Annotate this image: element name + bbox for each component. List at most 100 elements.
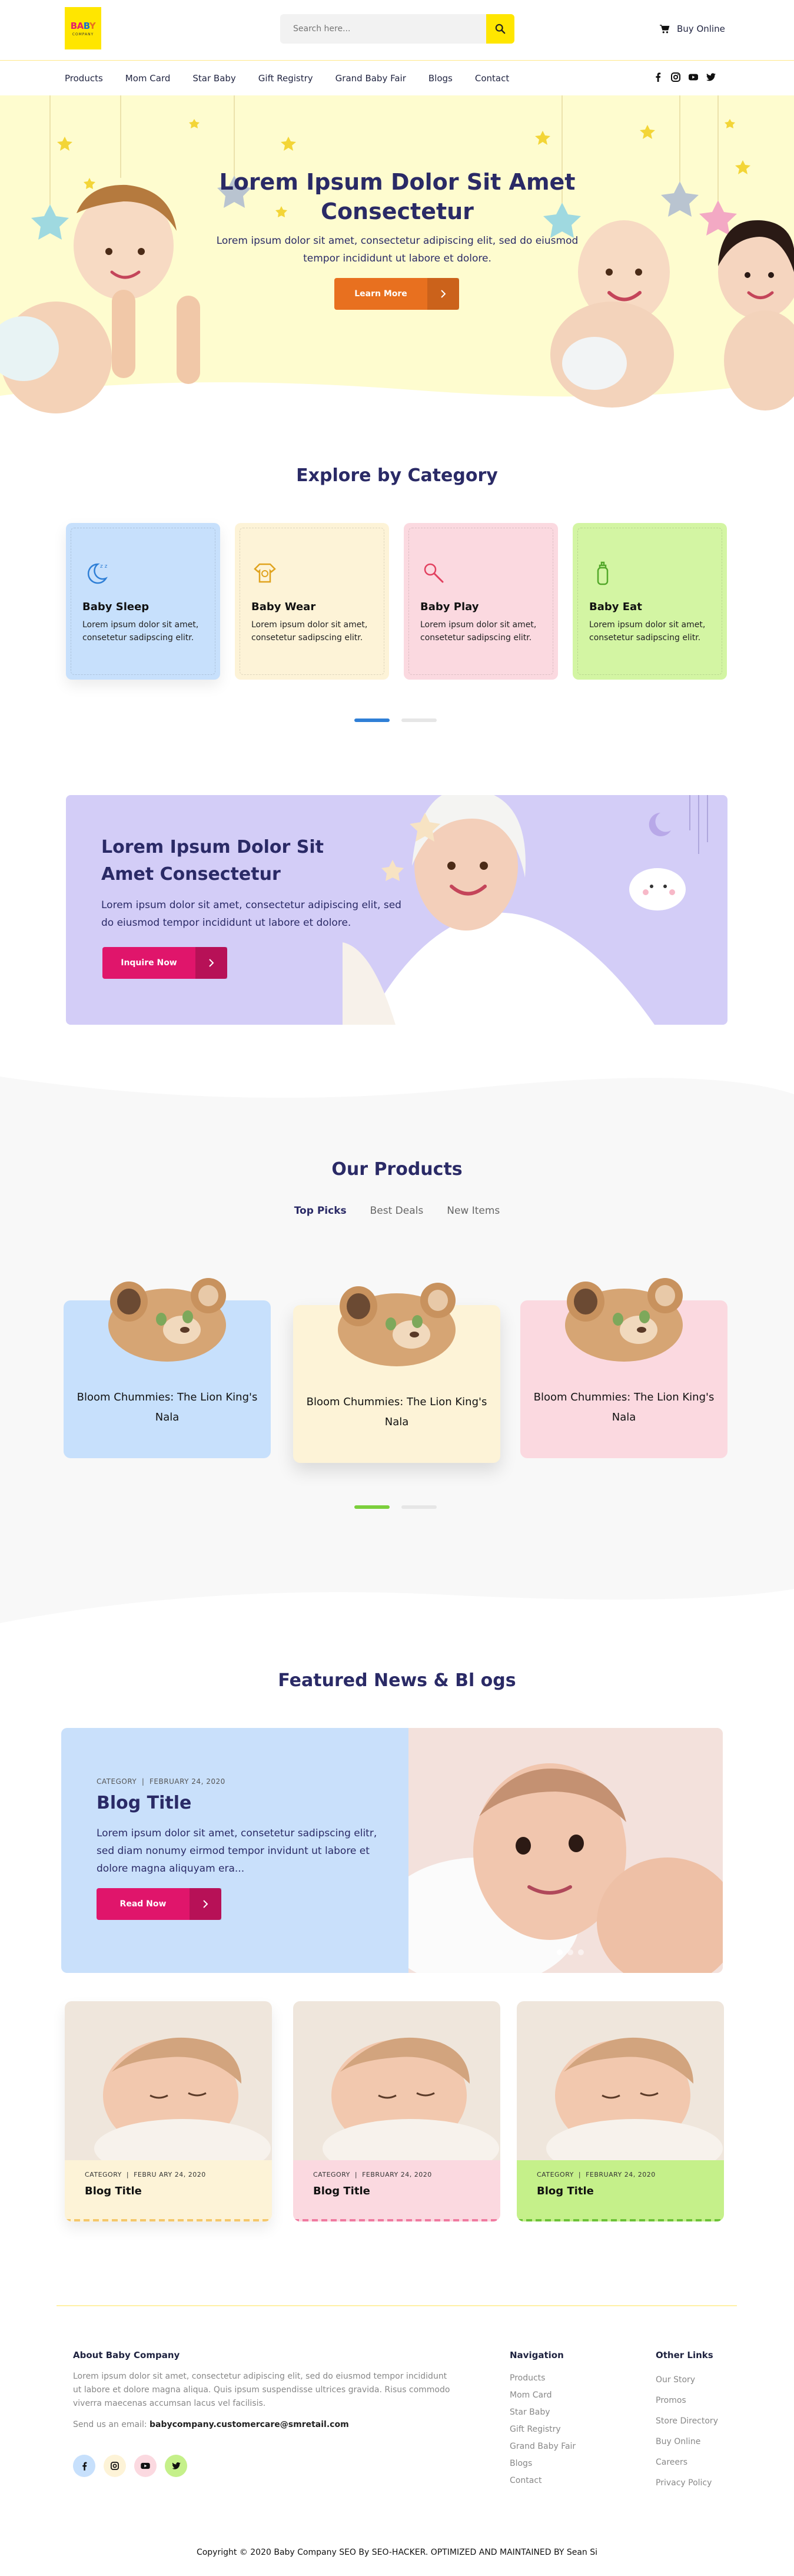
brand-logo[interactable]: BABY COMPANY (65, 7, 101, 49)
category-text: Lorem ipsum dolor sit amet, consetetur s… (251, 620, 368, 643)
twitter-icon[interactable] (165, 2455, 187, 2477)
featured-blog-image (379, 1728, 723, 1973)
header-social-links (653, 72, 716, 82)
rattle-icon (424, 563, 444, 583)
tab-best-deals[interactable]: Best Deals (370, 1205, 424, 1217)
footer-link-blogs[interactable]: Blogs (510, 2455, 576, 2472)
product-card[interactable]: Bloom Chummies: The Lion King's Nala (293, 1283, 500, 1463)
footer-link-mom-card[interactable]: Mom Card (510, 2387, 576, 2404)
carousel-dot-active[interactable] (354, 1505, 390, 1509)
chevron-right-icon (190, 1888, 221, 1920)
facebook-icon[interactable] (653, 72, 663, 82)
tab-new-items[interactable]: New Items (447, 1205, 500, 1217)
blog-card-body: CATEGORY | FEBRUARY 24, 2020 Blog Title (517, 2160, 724, 2221)
nav-item-star-baby[interactable]: Star Baby (192, 73, 235, 84)
product-name: Bloom Chummies: The Lion King's Nala (77, 1391, 258, 1423)
product-card[interactable]: Bloom Chummies: The Lion King's Nala (64, 1278, 271, 1458)
slider-dot[interactable] (567, 1949, 573, 1955)
search-input[interactable] (280, 14, 486, 44)
nav-item-mom-card[interactable]: Mom Card (125, 73, 171, 84)
tab-top-picks[interactable]: Top Picks (294, 1205, 347, 1217)
blog-card-image (65, 2001, 272, 2160)
footer-link-star-baby[interactable]: Star Baby (510, 2404, 576, 2421)
chevron-right-icon (427, 278, 459, 310)
footer-link-store-directory[interactable]: Store Directory (656, 2411, 718, 2432)
blog-title: Blog Title (537, 2185, 594, 2197)
youtube-icon[interactable] (689, 72, 698, 82)
footer-nav-title: Navigation (510, 2350, 564, 2360)
nav-item-grand-baby-fair[interactable]: Grand Baby Fair (335, 73, 406, 84)
instagram-icon[interactable] (104, 2455, 126, 2477)
nav-item-blogs[interactable]: Blogs (428, 73, 453, 84)
slider-dot-active[interactable] (557, 1949, 563, 1955)
footer-divider (57, 2305, 737, 2306)
instagram-icon[interactable] (671, 72, 680, 82)
carousel-dot[interactable] (401, 1505, 437, 1509)
nav-item-contact[interactable]: Contact (475, 73, 509, 84)
main-nav: Products Mom Card Star Baby Gift Registr… (0, 60, 794, 95)
products-section: Our Products Top Picks Best Deals New It… (0, 1077, 794, 1623)
learn-more-button[interactable]: Learn More (334, 278, 459, 310)
footer-link-contact[interactable]: Contact (510, 2472, 576, 2489)
featured-blog: CATEGORY | FEBRUARY 24, 2020 Blog Title … (61, 1728, 723, 1973)
footer-link-products[interactable]: Products (510, 2370, 576, 2387)
footer-link-gift-registry[interactable]: Gift Registry (510, 2421, 576, 2438)
blog-card[interactable]: CATEGORY | FEBRU ARY 24, 2020 Blog Title (65, 2001, 272, 2221)
product-carousel-dots (354, 1505, 437, 1509)
promo-banner: Lorem Ipsum Dolor Sit Amet Consectetur L… (66, 795, 727, 1025)
search-icon (495, 24, 506, 34)
nav-item-gift-registry[interactable]: Gift Registry (258, 73, 313, 84)
footer-social-links (73, 2455, 187, 2477)
featured-blog-content: CATEGORY | FEBRUARY 24, 2020 Blog Title … (61, 1728, 408, 1973)
youtube-icon[interactable] (134, 2455, 157, 2477)
news-section-title: Featured News & Bl ogs (278, 1670, 516, 1691)
product-image (338, 1283, 456, 1366)
search-button[interactable] (486, 14, 514, 44)
blog-title: Blog Title (85, 2185, 142, 2197)
product-name: Bloom Chummies: The Lion King's Nala (306, 1396, 487, 1428)
category-section-title: Explore by Category (296, 465, 498, 486)
footer-link-careers[interactable]: Careers (656, 2452, 718, 2473)
hero-banner: Lorem Ipsum Dolor Sit Amet Consectetur L… (0, 95, 794, 425)
hero-text: Lorem ipsum dolor sit amet, consectetur … (216, 235, 579, 264)
category-text: Lorem ipsum dolor sit amet, consetetur s… (589, 620, 706, 643)
footer-link-promos[interactable]: Promos (656, 2390, 718, 2411)
slider-dot[interactable] (578, 1949, 584, 1955)
footer-link-privacy-policy[interactable]: Privacy Policy (656, 2473, 718, 2494)
promo-title: Lorem Ipsum Dolor Sit Amet Consectetur (101, 837, 324, 885)
category-card-baby-eat[interactable]: Baby Eat Lorem ipsum dolor sit amet, con… (573, 523, 727, 680)
footer-email: Send us an email: babycompany.customerca… (73, 2420, 349, 2429)
card-dash-border (65, 2219, 272, 2221)
category-title: Baby Eat (589, 601, 642, 613)
twitter-icon[interactable] (706, 72, 716, 82)
blog-card[interactable]: CATEGORY | FEBRUARY 24, 2020 Blog Title (293, 2001, 500, 2221)
inquire-now-label: Inquire Now (121, 958, 177, 968)
onesie-icon (254, 563, 276, 583)
buy-online-link[interactable]: Buy Online (659, 22, 725, 36)
footer-link-our-story[interactable]: Our Story (656, 2370, 718, 2390)
footer-link-grand-baby-fair[interactable]: Grand Baby Fair (510, 2438, 576, 2455)
blog-meta: CATEGORY | FEBRUARY 24, 2020 (313, 2171, 432, 2178)
carousel-dot-active[interactable] (354, 719, 390, 722)
bottle-icon (597, 561, 609, 585)
facebook-icon[interactable] (73, 2455, 95, 2477)
footer-email-link[interactable]: babycompany.customercare@smretail.com (150, 2420, 349, 2429)
footer-about-text: Lorem ipsum dolor sit amet, consectetur … (73, 2372, 450, 2408)
blog-card[interactable]: CATEGORY | FEBRUARY 24, 2020 Blog Title (517, 2001, 724, 2221)
product-card[interactable]: Bloom Chummies: The Lion King's Nala (520, 1278, 727, 1458)
learn-more-label: Learn More (354, 289, 407, 299)
read-now-button[interactable]: Read Now (97, 1888, 221, 1920)
carousel-dot[interactable] (401, 719, 437, 722)
category-title: Baby Sleep (82, 601, 150, 613)
product-image (565, 1278, 683, 1362)
footer-navigation: Navigation Products Mom Card Star Baby G… (510, 2350, 576, 2489)
category-card-baby-play[interactable]: Baby Play Lorem ipsum dolor sit amet, co… (404, 523, 558, 680)
footer-link-buy-online[interactable]: Buy Online (656, 2432, 718, 2452)
category-card-baby-sleep[interactable]: z z Baby Sleep Lorem ipsum dolor sit ame… (66, 523, 220, 680)
blog-title: Blog Title (313, 2185, 370, 2197)
inquire-now-button[interactable]: Inquire Now (102, 947, 227, 979)
blog-excerpt: Lorem ipsum dolor sit amet, consetetur s… (97, 1827, 377, 1875)
nav-item-products[interactable]: Products (65, 73, 103, 84)
product-image (108, 1278, 226, 1362)
category-card-baby-wear[interactable]: Baby Wear Lorem ipsum dolor sit amet, co… (235, 523, 389, 680)
